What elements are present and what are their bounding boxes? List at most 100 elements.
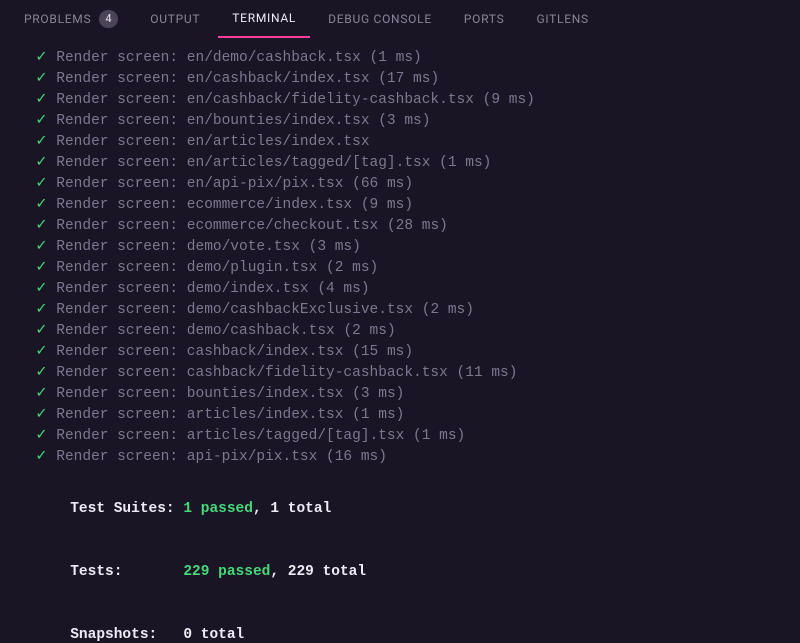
tab-ports[interactable]: PORTS [450, 0, 519, 38]
terminal-output[interactable]: ✓ Render screen: en/demo/cashback.tsx (1… [0, 38, 800, 643]
render-file: en/demo/cashback.tsx [187, 50, 361, 66]
render-line: ✓ Render screen: en/articles/tagged/[tag… [18, 153, 782, 174]
render-file: en/api-pix/pix.tsx [187, 176, 344, 192]
render-time: (1 ms) [370, 50, 422, 66]
tab-ports-label: PORTS [464, 12, 505, 26]
check-icon: ✓ [35, 281, 47, 297]
render-line: ✓ Render screen: articles/index.tsx (1 m… [18, 405, 782, 426]
render-line: ✓ Render screen: en/cashback/index.tsx (… [18, 69, 782, 90]
check-icon: ✓ [35, 302, 47, 318]
render-file: en/articles/index.tsx [187, 134, 370, 150]
render-line: ✓ Render screen: demo/vote.tsx (3 ms) [18, 237, 782, 258]
render-file: cashback/fidelity-cashback.tsx [187, 365, 448, 381]
suites-label: Test Suites: [70, 501, 183, 517]
check-icon: ✓ [35, 113, 47, 129]
render-file: demo/index.tsx [187, 281, 309, 297]
check-icon: ✓ [35, 449, 47, 465]
render-file: api-pix/pix.tsx [187, 449, 318, 465]
suites-passed: 1 passed [183, 501, 253, 517]
render-time: (2 ms) [326, 260, 378, 276]
render-time: (3 ms) [309, 239, 361, 255]
render-lines: ✓ Render screen: en/demo/cashback.tsx (1… [18, 48, 782, 468]
render-time: (9 ms) [483, 92, 535, 108]
render-prefix: Render screen: [56, 323, 187, 339]
render-file: demo/cashback.tsx [187, 323, 335, 339]
check-icon: ✓ [35, 365, 47, 381]
tab-problems[interactable]: PROBLEMS 4 [10, 0, 132, 38]
render-prefix: Render screen: [56, 365, 187, 381]
render-prefix: Render screen: [56, 176, 187, 192]
check-icon: ✓ [35, 239, 47, 255]
check-icon: ✓ [35, 71, 47, 87]
render-time: (1 ms) [352, 407, 404, 423]
tab-output[interactable]: OUTPUT [136, 0, 214, 38]
tab-terminal-label: TERMINAL [232, 11, 296, 25]
render-prefix: Render screen: [56, 113, 187, 129]
tests-label: Tests: [70, 564, 183, 580]
render-time: (17 ms) [378, 71, 439, 87]
tab-terminal[interactable]: TERMINAL [218, 0, 310, 38]
problems-badge: 4 [99, 10, 118, 28]
render-time: (28 ms) [387, 218, 448, 234]
tests-total: , 229 total [270, 564, 366, 580]
suites-total: , 1 total [253, 501, 331, 517]
render-line: ✓ Render screen: ecommerce/checkout.tsx … [18, 216, 782, 237]
render-prefix: Render screen: [56, 92, 187, 108]
render-file: demo/cashbackExclusive.tsx [187, 302, 413, 318]
render-prefix: Render screen: [56, 260, 187, 276]
check-icon: ✓ [35, 134, 47, 150]
render-file: bounties/index.tsx [187, 386, 344, 402]
tab-output-label: OUTPUT [150, 12, 200, 26]
tab-problems-label: PROBLEMS [24, 12, 91, 26]
render-file: en/cashback/index.tsx [187, 71, 370, 87]
render-prefix: Render screen: [56, 50, 187, 66]
render-prefix: Render screen: [56, 344, 187, 360]
render-prefix: Render screen: [56, 302, 187, 318]
check-icon: ✓ [35, 92, 47, 108]
tab-debug-console[interactable]: DEBUG CONSOLE [314, 0, 446, 38]
render-file: cashback/index.tsx [187, 344, 344, 360]
render-time: (11 ms) [457, 365, 518, 381]
check-icon: ✓ [35, 428, 47, 444]
render-prefix: Render screen: [56, 239, 187, 255]
render-line: ✓ Render screen: articles/tagged/[tag].t… [18, 426, 782, 447]
render-time: (2 ms) [343, 323, 395, 339]
render-file: en/articles/tagged/[tag].tsx [187, 155, 431, 171]
render-file: demo/plugin.tsx [187, 260, 318, 276]
check-icon: ✓ [35, 323, 47, 339]
render-prefix: Render screen: [56, 134, 187, 150]
render-line: ✓ Render screen: en/articles/index.tsx [18, 132, 782, 153]
render-file: demo/vote.tsx [187, 239, 300, 255]
tab-debug-label: DEBUG CONSOLE [328, 12, 432, 26]
render-line: ✓ Render screen: api-pix/pix.tsx (16 ms) [18, 447, 782, 468]
check-icon: ✓ [35, 260, 47, 276]
render-time: (15 ms) [352, 344, 413, 360]
render-file: ecommerce/checkout.tsx [187, 218, 378, 234]
render-time: (4 ms) [317, 281, 369, 297]
render-line: ✓ Render screen: en/bounties/index.tsx (… [18, 111, 782, 132]
render-prefix: Render screen: [56, 71, 187, 87]
render-line: ✓ Render screen: demo/index.tsx (4 ms) [18, 279, 782, 300]
tab-gitlens[interactable]: GITLENS [522, 0, 602, 38]
render-prefix: Render screen: [56, 386, 187, 402]
render-line: ✓ Render screen: ecommerce/index.tsx (9 … [18, 195, 782, 216]
render-time: (1 ms) [439, 155, 491, 171]
render-prefix: Render screen: [56, 218, 187, 234]
jest-summary: Test Suites: 1 passed, 1 total Tests: 22… [18, 478, 782, 643]
render-line: ✓ Render screen: demo/plugin.tsx (2 ms) [18, 258, 782, 279]
render-line: ✓ Render screen: demo/cashback.tsx (2 ms… [18, 321, 782, 342]
check-icon: ✓ [35, 344, 47, 360]
render-file: en/cashback/fidelity-cashback.tsx [187, 92, 474, 108]
render-line: ✓ Render screen: bounties/index.tsx (3 m… [18, 384, 782, 405]
render-prefix: Render screen: [56, 449, 187, 465]
render-prefix: Render screen: [56, 197, 187, 213]
check-icon: ✓ [35, 197, 47, 213]
render-time: (3 ms) [352, 386, 404, 402]
render-time: (9 ms) [361, 197, 413, 213]
render-line: ✓ Render screen: demo/cashbackExclusive.… [18, 300, 782, 321]
render-prefix: Render screen: [56, 407, 187, 423]
snapshots-label: Snapshots: [70, 627, 183, 643]
render-time: (66 ms) [352, 176, 413, 192]
tests-passed: 229 passed [183, 564, 270, 580]
check-icon: ✓ [35, 407, 47, 423]
